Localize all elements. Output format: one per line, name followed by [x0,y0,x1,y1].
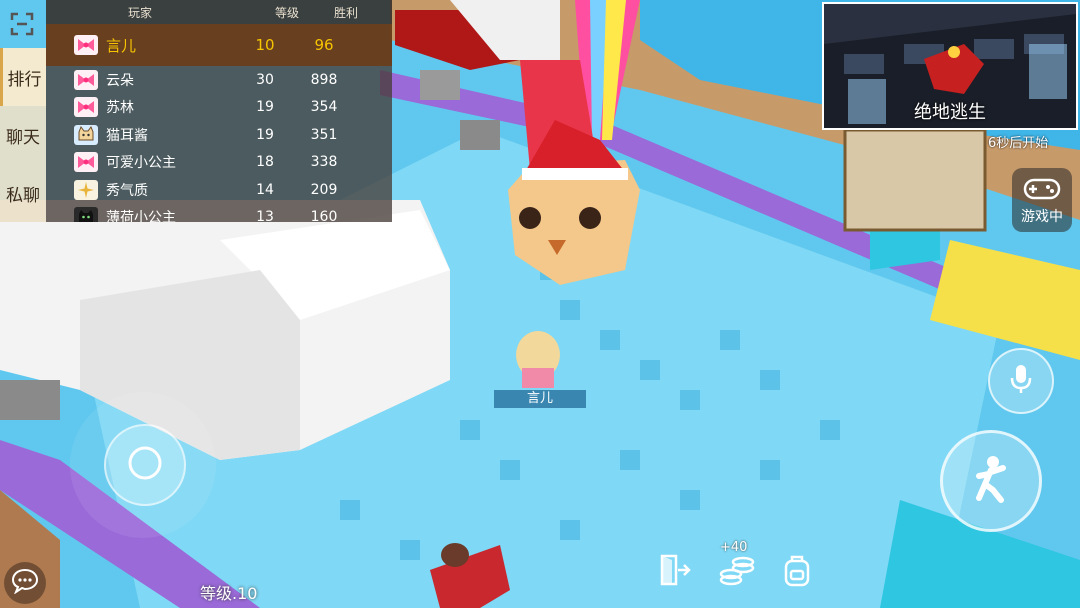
player-name: 可爱小公主 [106,155,176,172]
leaderboard: 玩家 等级 胜利 言儿 10 96 云朵 30 898 苏林 19 354 猫耳… [46,0,392,222]
player-level: 10 [255,36,275,54]
game-status-button[interactable]: 游戏中 [1012,168,1072,232]
game-scene: 排行 聊天 私聊 玩家 等级 胜利 言儿 10 96 云朵 30 898 苏林 … [0,0,1080,608]
player-wins: 160 [310,209,338,222]
player-name: 云朵 [106,72,134,89]
leaderboard-header: 玩家 等级 胜利 [46,0,392,24]
leaderboard-row[interactable]: 秀气质 14 209 [46,176,392,204]
microphone-button[interactable] [988,348,1054,414]
player-level: 18 [256,154,274,171]
black-cat-icon [74,207,98,222]
chat-button[interactable] [4,562,46,604]
gamepad-icon [1022,176,1062,206]
exit-button[interactable] [656,552,694,592]
header-player: 玩家 [128,5,153,20]
backpack-icon [780,553,814,591]
player-level: 30 [256,71,274,88]
player-name-tag: 言儿 [494,390,586,408]
running-person-icon [971,454,1011,508]
pink-bow-icon [74,35,98,55]
player-name: 猫耳酱 [106,127,148,144]
player-wins: 209 [310,181,338,198]
sparkle-icon [74,179,98,200]
side-tab-bar: 排行 聊天 私聊 [0,48,46,222]
minimap-title: 绝地逃生 [914,102,986,123]
coins-button[interactable] [718,552,756,592]
pink-bow-icon [74,69,98,90]
header-level: 等级 [274,5,299,20]
coin-stack-icon [719,554,755,590]
leaderboard-row[interactable]: 可爱小公主 18 338 [46,149,392,177]
player-level-indicator: 等级.10 [200,584,258,603]
player-wins: 96 [314,36,334,54]
countdown-text: 6秒后开始 [988,136,1049,151]
leaderboard-row[interactable]: 薄荷小公主 13 160 [46,204,392,222]
player-name: 苏林 [106,100,134,117]
game-status-label: 游戏中 [1021,209,1063,225]
player-level: 19 [256,99,274,116]
tab-ranking[interactable]: 排行 [0,48,46,106]
chat-bubble-icon [11,568,39,598]
joystick-ring-icon [127,445,163,485]
tab-private-chat[interactable]: 私聊 [0,164,46,222]
header-wins: 胜利 [333,5,358,20]
player-wins: 351 [310,126,338,143]
player-level: 13 [256,209,274,222]
microphone-icon [1009,363,1033,399]
minimap-preview[interactable]: 绝地逃生 [822,2,1078,130]
exit-door-icon [658,553,692,591]
player-name: 秀气质 [106,182,148,199]
tab-chat[interactable]: 聊天 [0,106,46,164]
player-wins: 338 [310,154,338,171]
player-wins: 898 [310,71,338,88]
leaderboard-row[interactable]: 云朵 30 898 [46,66,392,94]
player-name: 言儿 [106,36,137,55]
player-wins: 354 [310,99,338,116]
player-name: 薄荷小公主 [106,210,176,222]
joystick-button[interactable] [104,424,186,506]
expand-icon[interactable] [6,8,38,40]
leaderboard-row[interactable]: 猫耳酱 19 351 [46,121,392,149]
pink-bow-icon [74,152,98,173]
backpack-button[interactable] [778,552,816,592]
player-level: 19 [256,126,274,143]
pink-bow-icon [74,97,98,118]
jump-button[interactable] [940,430,1042,532]
cat-icon [74,124,98,145]
leaderboard-row[interactable]: 苏林 19 354 [46,94,392,122]
leaderboard-row-self[interactable]: 言儿 10 96 [46,24,392,66]
player-level: 14 [256,181,274,198]
